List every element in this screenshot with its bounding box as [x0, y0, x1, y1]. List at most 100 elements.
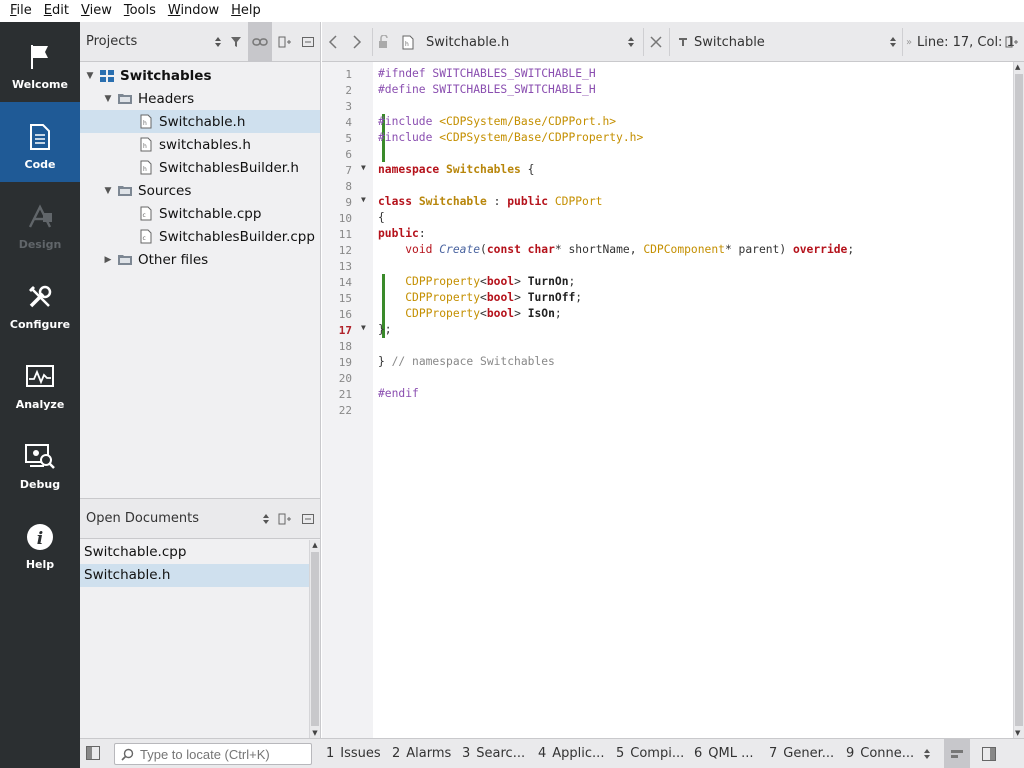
mode-analyze[interactable]: Analyze — [0, 342, 80, 422]
mode-code[interactable]: Code — [0, 102, 80, 182]
code-line[interactable]: void Create(const char* shortName, CDPCo… — [378, 242, 854, 258]
split-icon[interactable] — [275, 509, 295, 529]
code-line[interactable]: #include <CDPSystem/Base/CDPProperty.h> — [378, 130, 643, 146]
output-pane-button[interactable]: 4 Applic... — [538, 739, 604, 768]
toggle-right-sidebar-icon[interactable] — [982, 747, 996, 765]
tree-item[interactable]: h Switchable.h — [80, 110, 320, 133]
projects-view-selector[interactable]: Projects — [86, 34, 137, 49]
menu-view[interactable]: View — [75, 0, 118, 22]
mode-configure[interactable]: Configure — [0, 262, 80, 342]
mode-welcome[interactable]: Welcome — [0, 22, 80, 102]
code-line[interactable]: CDPProperty<bool> IsOn; — [378, 306, 562, 322]
close-pane-icon[interactable] — [298, 509, 318, 529]
line-number: 16 — [338, 308, 352, 321]
toggle-sidebar-icon[interactable] — [86, 746, 100, 764]
menu-mnemonic: H — [231, 3, 241, 18]
combo-arrows-icon[interactable] — [923, 748, 931, 764]
tree-item[interactable]: ▼ Headers — [80, 87, 320, 110]
filter-icon[interactable] — [226, 32, 246, 52]
output-pane-button[interactable]: 2 Alarms — [392, 739, 451, 768]
back-icon[interactable] — [328, 22, 338, 62]
tree-item[interactable]: c Switchable.cpp — [80, 202, 320, 225]
symbol-selector[interactable]: Switchable — [694, 22, 765, 62]
tree-item[interactable]: ▶ Other files — [80, 248, 320, 271]
output-pane-button[interactable]: 9 Conne... — [846, 739, 914, 768]
close-document-icon[interactable] — [650, 22, 662, 62]
code-editor[interactable]: 1 2 3 4 5 6 7 ▼ 8 9 ▼ 10 11 12 13 14 15 16 17 ▼ 18 19 20 21 22 #… — [322, 62, 1024, 738]
fold-marker-icon[interactable]: ▼ — [361, 195, 366, 204]
open-document-item[interactable]: Switchable.h — [80, 564, 309, 587]
locator[interactable] — [114, 743, 312, 765]
expand-arrow-icon[interactable]: ▶ — [102, 255, 114, 265]
split-icon[interactable] — [1005, 22, 1019, 62]
code-line[interactable]: #include <CDPSystem/Base/CDPPort.h> — [378, 114, 616, 130]
projects-panel: Projects ▼ Switchables ▼ Headers h Switchable… — [80, 22, 321, 498]
split-icon[interactable] — [275, 32, 295, 52]
mode-debug[interactable]: Debug — [0, 422, 80, 502]
line-number: 11 — [338, 228, 352, 241]
tree-item[interactable]: c SwitchablesBuilder.cpp — [80, 225, 320, 248]
code-line[interactable]: }; — [378, 322, 392, 338]
cursor-position[interactable]: Line: 17, Col: 1 — [917, 22, 1015, 62]
document-selector[interactable]: Switchable.h — [426, 22, 509, 62]
tree-item[interactable]: h SwitchablesBuilder.h — [80, 156, 320, 179]
output-pane-button[interactable]: 3 Searc... — [462, 739, 525, 768]
combo-arrows-icon[interactable] — [627, 22, 635, 62]
link-icon[interactable] — [248, 22, 272, 62]
editor-scrollbar[interactable]: ▲ ▼ — [1013, 62, 1024, 738]
code-line[interactable]: #endif — [378, 386, 419, 402]
menu-edit[interactable]: Edit — [38, 0, 75, 22]
fold-marker-icon[interactable]: ▼ — [361, 163, 366, 172]
header-file-icon: h — [138, 114, 154, 130]
code-line[interactable]: namespace Switchables { — [378, 162, 534, 178]
code-line[interactable]: } // namespace Switchables — [378, 354, 555, 370]
expand-arrow-icon[interactable]: ▼ — [102, 186, 114, 196]
gutter-line: 5 — [322, 130, 385, 146]
open-document-item[interactable]: Switchable.cpp — [80, 541, 309, 564]
code-line[interactable]: CDPProperty<bool> TurnOn; — [378, 274, 575, 290]
code-line[interactable]: #define SWITCHABLES_SWITCHABLE_H — [378, 82, 596, 98]
open-documents-selector[interactable]: Open Documents — [86, 511, 199, 526]
svg-text:c: c — [143, 212, 146, 219]
code-line[interactable]: CDPProperty<bool> TurnOff; — [378, 290, 582, 306]
combo-arrows-icon[interactable] — [208, 32, 228, 52]
more-icon[interactable]: » — [906, 22, 912, 62]
code-token: char — [527, 243, 555, 256]
output-pane-button[interactable]: 5 Compi... — [616, 739, 684, 768]
forward-icon[interactable] — [352, 22, 362, 62]
code-line[interactable]: class Switchable : public CDPPort — [378, 194, 602, 210]
menu-mnemonic: E — [43, 3, 52, 18]
code-line[interactable]: #ifndef SWITCHABLES_SWITCHABLE_H — [378, 66, 596, 82]
scroll-up-icon[interactable]: ▲ — [1015, 63, 1020, 71]
menu-file[interactable]: File — [4, 0, 38, 22]
output-pane-button[interactable]: 6 QML ... — [694, 739, 754, 768]
locator-input[interactable] — [140, 746, 305, 762]
output-pane-button[interactable]: 7 Gener... — [769, 739, 834, 768]
output-pane-button[interactable]: 1 Issues — [326, 739, 381, 768]
scroll-down-icon[interactable]: ▼ — [310, 729, 320, 737]
scroll-down-icon[interactable]: ▼ — [1015, 729, 1020, 737]
menu-window[interactable]: Window — [162, 0, 225, 22]
tree-item[interactable]: ▼ Sources — [80, 179, 320, 202]
scrollbar-thumb[interactable] — [1015, 74, 1023, 726]
close-pane-icon[interactable] — [298, 32, 318, 52]
open-documents-scrollbar[interactable]: ▲ ▼ — [309, 540, 320, 738]
fold-marker-icon[interactable]: ▼ — [361, 323, 366, 332]
lock-icon[interactable] — [378, 22, 390, 62]
code-line[interactable]: { — [378, 210, 385, 226]
tree-item[interactable]: h switchables.h — [80, 133, 320, 156]
scroll-up-icon[interactable]: ▲ — [310, 541, 320, 549]
combo-arrows-icon[interactable] — [256, 509, 276, 529]
scrollbar-thumb[interactable] — [311, 552, 319, 726]
expand-arrow-icon[interactable]: ▼ — [84, 71, 96, 81]
combo-arrows-icon[interactable] — [889, 22, 897, 62]
mode-help[interactable]: i Help — [0, 502, 80, 582]
tree-item[interactable]: ▼ Switchables — [80, 64, 320, 87]
menu-tools[interactable]: Tools — [118, 0, 162, 22]
code-line[interactable]: public: — [378, 226, 426, 242]
toggle-progress-icon[interactable] — [944, 739, 970, 768]
menu-label: ools — [129, 3, 156, 18]
menu-help[interactable]: Help — [225, 0, 267, 22]
expand-arrow-icon[interactable]: ▼ — [102, 94, 114, 104]
